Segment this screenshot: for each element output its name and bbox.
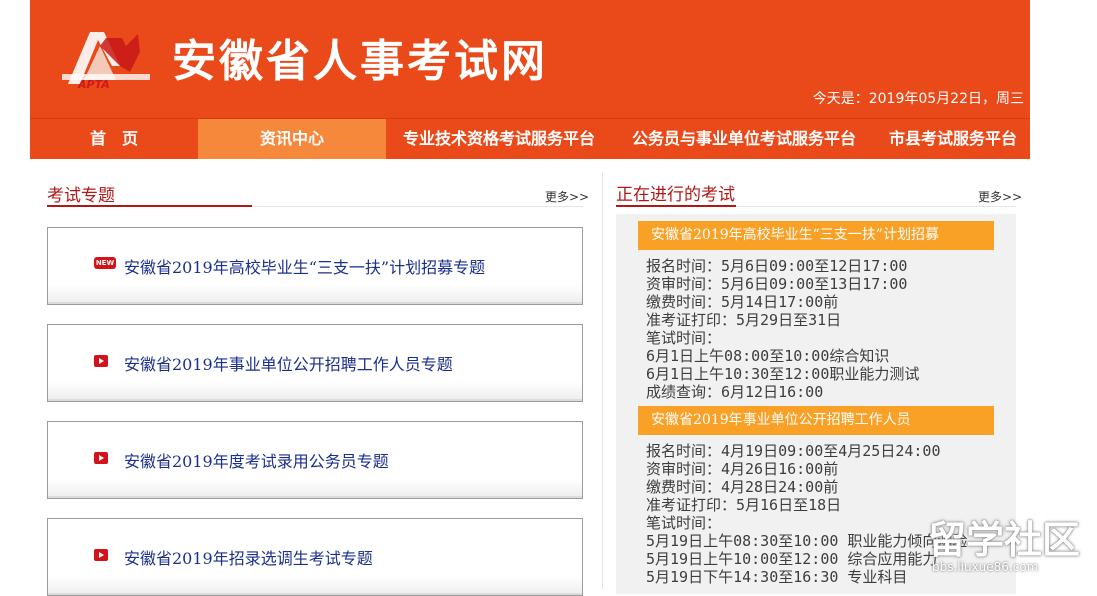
site-header: APTA 安徽省人事考试网 今天是：2019年05月22日，周三 xyxy=(30,0,1030,118)
play-icon xyxy=(94,549,108,561)
topic-link[interactable]: 安徽省2019年度考试录用公务员专题 xyxy=(124,448,389,472)
watermark: 留学社区 bbs.liuxue86.com xyxy=(928,518,1088,580)
svg-text:APTA: APTA xyxy=(77,78,110,91)
schedule-line: 成绩查询：6月12日16:00 xyxy=(646,383,824,401)
ongoing-exams-title: 正在进行的考试 xyxy=(616,185,735,205)
topic-link[interactable]: 安徽省2019年高校毕业生“三支一扶”计划招募专题 xyxy=(124,254,485,278)
schedule-line: 6月1日上午10:30至12:00职业能力测试 xyxy=(646,365,920,383)
exam-header[interactable]: 安徽省2019年高校毕业生“三支一扶”计划招募 xyxy=(638,221,994,250)
schedule-line: 笔试时间： xyxy=(646,329,722,347)
schedule-line: 缴费时间：5月14日17:00前 xyxy=(646,293,839,311)
new-badge-icon: NEW xyxy=(94,257,116,269)
schedule-line: 准考证打印：5月16日至18日 xyxy=(646,496,842,514)
nav-home[interactable]: 首 页 xyxy=(30,119,198,159)
topic-link[interactable]: 安徽省2019年招录选调生考试专题 xyxy=(124,545,373,569)
schedule-line: 资审时间：5月6日09:00至13日17:00 xyxy=(646,275,908,293)
schedule-line: 笔试时间： xyxy=(646,514,722,532)
main-nav: 首 页 资讯中心 专业技术资格考试服务平台 公务员与事业单位考试服务平台 市县考… xyxy=(30,118,1030,159)
exam-schedule: 报名时间：4月19日09:00至4月25日24:00 资审时间：4月26日16:… xyxy=(646,442,967,586)
schedule-line: 5月19日下午14:30至16:30 专业科目 xyxy=(646,568,908,586)
site-title: 安徽省人事考试网 xyxy=(172,36,548,87)
schedule-line: 准考证打印：5月29日至31日 xyxy=(646,311,842,329)
watermark-big: 留学社区 xyxy=(928,518,1081,562)
nav-news-center[interactable]: 资讯中心 xyxy=(198,119,386,159)
apta-logo[interactable]: APTA xyxy=(60,22,156,92)
nav-city-county[interactable]: 市县考试服务平台 xyxy=(876,119,1030,159)
exam-topics-title: 考试专题 xyxy=(47,186,115,206)
exam-name[interactable]: 安徽省2019年事业单位公开招聘工作人员 xyxy=(638,412,911,428)
watermark-url: bbs.liuxue86.com xyxy=(932,560,1039,574)
schedule-line: 5月19日上午10:00至12:00 综合应用能力 xyxy=(646,550,938,568)
schedule-line: 缴费时间：4月28日24:00前 xyxy=(646,478,839,496)
nav-professional-qualification[interactable]: 专业技术资格考试服务平台 xyxy=(386,119,612,159)
topic-item[interactable]: 安徽省2019年事业单位公开招聘工作人员专题 xyxy=(47,324,583,402)
exam-name[interactable]: 安徽省2019年高校毕业生“三支一扶”计划招募 xyxy=(638,227,939,243)
nav-civil-service[interactable]: 公务员与事业单位考试服务平台 xyxy=(612,119,876,159)
schedule-line: 资审时间：4月26日16:00前 xyxy=(646,460,839,478)
date-text: 今天是：2019年05月22日，周三 xyxy=(812,91,1024,107)
play-icon xyxy=(94,355,108,367)
schedule-line: 6月1日上午08:00至10:00综合知识 xyxy=(646,347,890,365)
exam-topics-underline xyxy=(47,205,252,207)
column-divider xyxy=(602,172,603,589)
schedule-line: 报名时间：4月19日09:00至4月25日24:00 xyxy=(646,442,941,460)
schedule-line: 5月19日上午08:30至10:00 职业能力倾向测验 xyxy=(646,532,968,550)
ongoing-exams-underline xyxy=(616,205,736,207)
play-icon xyxy=(94,452,108,464)
topic-item[interactable]: NEW 安徽省2019年高校毕业生“三支一扶”计划招募专题 xyxy=(47,227,583,305)
topic-item[interactable]: 安徽省2019年度考试录用公务员专题 xyxy=(47,421,583,499)
topic-item[interactable]: 安徽省2019年招录选调生考试专题 xyxy=(47,518,583,596)
schedule-line: 报名时间：5月6日09:00至12日17:00 xyxy=(646,257,908,275)
exam-topics-more-link[interactable]: 更多>> xyxy=(545,188,589,205)
topic-link[interactable]: 安徽省2019年事业单位公开招聘工作人员专题 xyxy=(124,351,453,375)
exam-header[interactable]: 安徽省2019年事业单位公开招聘工作人员 xyxy=(638,406,994,435)
exam-schedule: 报名时间：5月6日09:00至12日17:00 资审时间：5月6日09:00至1… xyxy=(646,257,919,401)
ongoing-exams-more-link[interactable]: 更多>> xyxy=(978,188,1022,205)
